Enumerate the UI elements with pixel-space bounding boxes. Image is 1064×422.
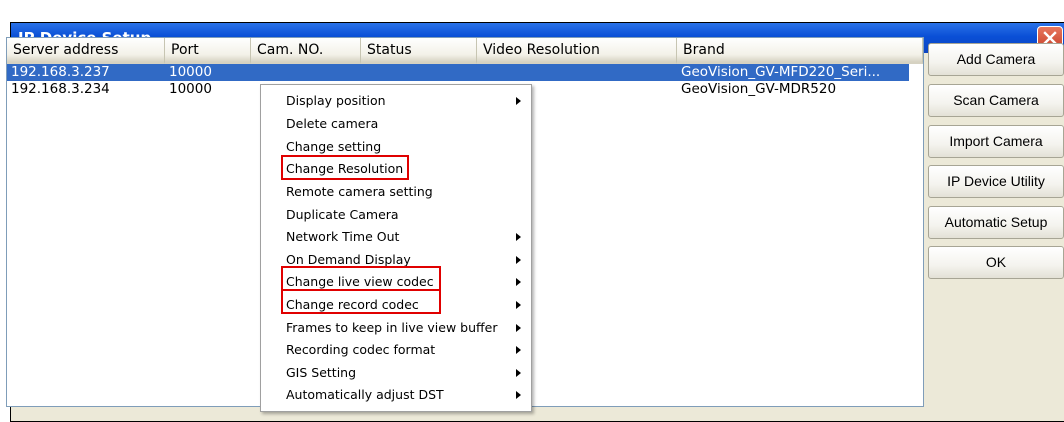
menu-item-remote-camera-setting[interactable]: Remote camera setting xyxy=(286,181,526,203)
submenu-arrow-icon xyxy=(516,278,521,286)
cell-empty xyxy=(251,64,677,81)
import-camera-button[interactable]: Import Camera xyxy=(928,125,1064,158)
menu-item-display-position[interactable]: Display position xyxy=(286,90,526,112)
menu-item-change-setting[interactable]: Change setting xyxy=(286,136,526,158)
menu-item-change-record-codec[interactable]: Change record codec xyxy=(286,294,526,316)
list-header: Server address Port Cam. NO. Status Vide… xyxy=(7,38,923,64)
column-header-cam-no[interactable]: Cam. NO. xyxy=(251,38,361,64)
menu-item-network-time-out[interactable]: Network Time Out xyxy=(286,226,526,248)
submenu-arrow-icon xyxy=(516,233,521,241)
context-menu: Display position Delete camera Change se… xyxy=(260,84,532,412)
action-panel: Add Camera Scan Camera Import Camera IP … xyxy=(928,37,1064,407)
cell-brand: GeoVision_GV-MDR520 xyxy=(681,81,837,97)
menu-item-on-demand-display[interactable]: On Demand Display xyxy=(286,249,526,271)
cell-server-address: 192.168.3.237 xyxy=(7,64,165,81)
submenu-arrow-icon xyxy=(516,97,521,105)
column-header-video-resolution[interactable]: Video Resolution xyxy=(477,38,677,64)
submenu-arrow-icon xyxy=(516,346,521,354)
menu-item-recording-codec-format[interactable]: Recording codec format xyxy=(286,339,526,361)
menu-item-duplicate-camera[interactable]: Duplicate Camera xyxy=(286,204,526,226)
menu-item-gis-setting[interactable]: GIS Setting xyxy=(286,362,526,384)
menu-item-frames-to-keep[interactable]: Frames to keep in live view buffer xyxy=(286,317,526,339)
column-header-status[interactable]: Status xyxy=(361,38,477,64)
cell-port: 10000 xyxy=(169,81,212,97)
cell-port: 10000 xyxy=(165,64,251,81)
submenu-arrow-icon xyxy=(516,256,521,264)
menu-item-delete-camera[interactable]: Delete camera xyxy=(286,113,526,135)
ok-button[interactable]: OK xyxy=(928,246,1064,279)
automatic-setup-button[interactable]: Automatic Setup xyxy=(928,206,1064,239)
menu-item-change-live-view-codec[interactable]: Change live view codec xyxy=(286,271,526,293)
ip-device-utility-button[interactable]: IP Device Utility xyxy=(928,165,1064,198)
submenu-arrow-icon xyxy=(516,391,521,399)
add-camera-button[interactable]: Add Camera xyxy=(928,43,1064,76)
scan-camera-button[interactable]: Scan Camera xyxy=(928,84,1064,117)
cell-server-address: 192.168.3.234 xyxy=(11,81,110,97)
menu-item-automatically-adjust-dst[interactable]: Automatically adjust DST xyxy=(286,384,526,406)
cell-brand: GeoVision_GV-MFD220_Seri... xyxy=(677,64,909,81)
column-header-server-address[interactable]: Server address xyxy=(7,38,165,64)
submenu-arrow-icon xyxy=(516,324,521,332)
table-row[interactable]: 192.168.3.237 10000 GeoVision_GV-MFD220_… xyxy=(7,64,909,81)
submenu-arrow-icon xyxy=(516,369,521,377)
submenu-arrow-icon xyxy=(516,301,521,309)
menu-item-change-resolution[interactable]: Change Resolution xyxy=(286,158,526,180)
column-header-brand[interactable]: Brand xyxy=(677,38,923,64)
column-header-port[interactable]: Port xyxy=(165,38,251,64)
